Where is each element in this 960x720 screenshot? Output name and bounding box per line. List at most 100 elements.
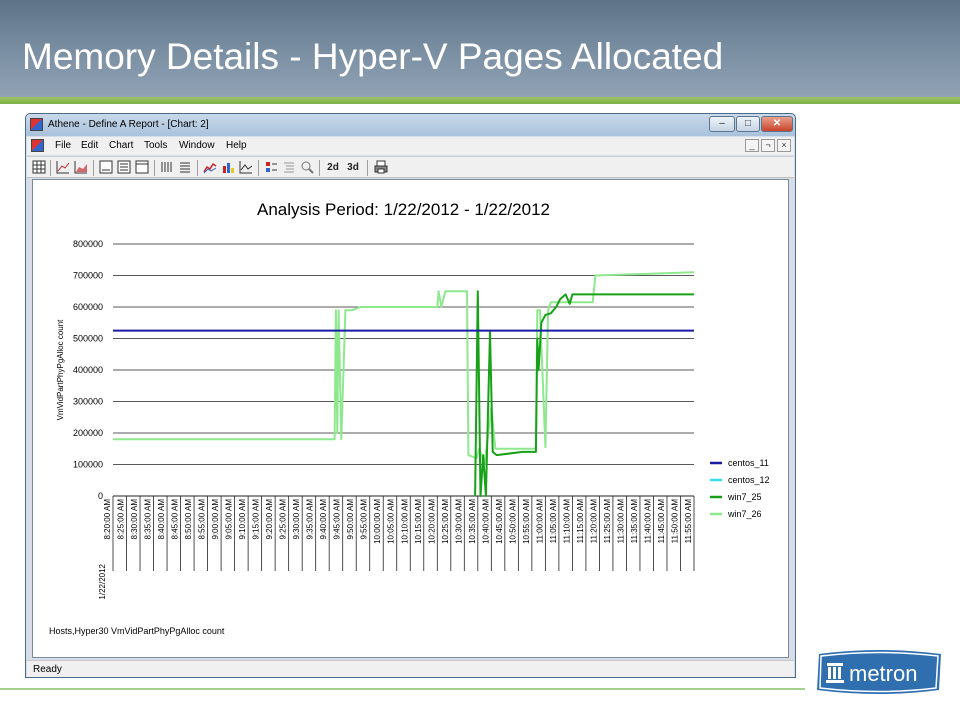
chart-panel: Analysis Period: 1/22/2012 - 1/22/2012 0 1… [32, 179, 789, 658]
legend-label-win7-25: win7_25 [727, 492, 762, 502]
layout-list-icon[interactable] [116, 160, 131, 175]
x-tick-label: 11:05:00 AM [549, 499, 558, 544]
menu-file[interactable]: File [55, 140, 71, 151]
menu-help[interactable]: Help [226, 140, 247, 151]
y-tick-label: 500000 [73, 334, 103, 344]
legend-label-centos-12: centos_12 [728, 475, 770, 485]
view-3d-button[interactable]: 3d [344, 160, 362, 175]
x-tick-label: 11:20:00 AM [589, 499, 598, 544]
x-tick-label: 9:30:00 AM [292, 499, 301, 540]
x-tick-label: 11:55:00 AM [684, 499, 693, 544]
y-tick-label: 200000 [73, 428, 103, 438]
x-tick-label: 9:35:00 AM [306, 499, 315, 540]
app-window: Athene - Define A Report - [Chart: 2] – … [25, 113, 796, 678]
area-chart-icon[interactable] [73, 160, 88, 175]
window-titlebar[interactable]: Athene - Define A Report - [Chart: 2] – … [26, 114, 795, 136]
layout-blank-icon[interactable] [134, 160, 149, 175]
line-chart: Analysis Period: 1/22/2012 - 1/22/201201… [49, 200, 770, 636]
window-close-button[interactable]: ✕ [761, 116, 793, 132]
slide-bottom-rule [0, 688, 805, 690]
x-tick-label: 11:30:00 AM [616, 499, 625, 544]
y-tick-label: 700000 [73, 271, 103, 281]
x-tick-label: 11:00:00 AM [535, 499, 544, 544]
print-icon[interactable] [373, 160, 388, 175]
y-tick-label: 400000 [73, 365, 103, 375]
x-tick-label: 11:45:00 AM [657, 499, 666, 544]
menu-window[interactable]: Window [179, 140, 215, 151]
x-tick-label: 9:50:00 AM [346, 499, 355, 540]
x-tick-label: 8:25:00 AM [117, 499, 126, 540]
y-tick-label: 300000 [73, 397, 103, 407]
legend-label-centos-11: centos_11 [728, 458, 769, 468]
vertical-lines-icon[interactable] [159, 160, 174, 175]
x-tick-label: 8:30:00 AM [130, 499, 139, 540]
trend-chart-icon[interactable] [202, 160, 217, 175]
grid-table-icon[interactable] [31, 160, 46, 175]
legend-icon[interactable] [263, 160, 278, 175]
status-bar: Ready [27, 660, 794, 677]
legend-label-win7-26: win7_26 [727, 509, 762, 519]
chart-footnote: Hosts,Hyper30 VmVidPartPhyPgAlloc count [49, 626, 225, 636]
x-tick-label: 11:10:00 AM [562, 499, 571, 544]
x-tick-label: 9:15:00 AM [252, 499, 261, 540]
x-tick-label: 10:25:00 AM [441, 499, 450, 544]
x-tick-label: 11:40:00 AM [643, 499, 652, 544]
document-icon[interactable] [31, 139, 44, 152]
logo-text: metron [849, 661, 917, 686]
x-tick-label: 10:40:00 AM [481, 499, 490, 544]
x-tick-label: 10:45:00 AM [495, 499, 504, 544]
layout-single-icon[interactable] [98, 160, 113, 175]
bar-chart-icon[interactable] [220, 160, 235, 175]
status-text: Ready [33, 664, 62, 675]
mdi-restore-button[interactable]: ¬ [761, 139, 775, 152]
x-tick-label: 9:40:00 AM [319, 499, 328, 540]
y-tick-label: 600000 [73, 302, 103, 312]
date-label: 1/22/2012 [98, 563, 107, 599]
outline-icon[interactable] [281, 160, 296, 175]
line-graph-icon[interactable] [238, 160, 253, 175]
x-tick-label: 8:40:00 AM [157, 499, 166, 540]
window-maximize-button[interactable]: □ [736, 116, 760, 132]
x-tick-label: 8:55:00 AM [198, 499, 207, 540]
y-axis-label: VmVidPartPhyPgAlloc count [56, 319, 65, 421]
menu-chart[interactable]: Chart [109, 140, 133, 151]
menu-tools[interactable]: Tools [144, 140, 167, 151]
x-tick-label: 10:15:00 AM [414, 499, 423, 544]
x-tick-label: 8:50:00 AM [184, 499, 193, 540]
x-tick-label: 10:35:00 AM [468, 499, 477, 544]
x-tick-label: 8:20:00 AM [103, 499, 112, 540]
y-tick-label: 100000 [73, 460, 103, 470]
horizontal-lines-icon[interactable] [177, 160, 192, 175]
x-tick-label: 9:00:00 AM [211, 499, 220, 540]
y-tick-label: 800000 [73, 239, 103, 249]
view-2d-button[interactable]: 2d [324, 160, 342, 175]
x-tick-label: 9:20:00 AM [265, 499, 274, 540]
x-tick-label: 10:10:00 AM [400, 499, 409, 544]
series-line-win7-25 [474, 290, 694, 497]
x-tick-label: 9:05:00 AM [225, 499, 234, 540]
slide-header-rule [0, 97, 960, 104]
chart-title: Analysis Period: 1/22/2012 - 1/22/2012 [257, 200, 550, 219]
x-tick-label: 11:15:00 AM [576, 499, 585, 544]
x-tick-label: 10:50:00 AM [508, 499, 517, 544]
series-line-win7-26 [113, 271, 695, 466]
line-chart-icon[interactable] [55, 160, 70, 175]
toolbar: 2d 3d [27, 156, 794, 178]
x-tick-label: 8:35:00 AM [144, 499, 153, 540]
x-tick-label: 10:00:00 AM [373, 499, 382, 544]
mdi-minimize-button[interactable]: _ [745, 139, 759, 152]
slide-title: Memory Details - Hyper-V Pages Allocated [22, 36, 724, 77]
window-minimize-button[interactable]: – [709, 116, 735, 132]
zoom-icon[interactable] [299, 160, 314, 175]
x-tick-label: 10:55:00 AM [522, 499, 531, 544]
mdi-close-button[interactable]: × [777, 139, 791, 152]
x-tick-label: 10:20:00 AM [427, 499, 436, 544]
menu-edit[interactable]: Edit [81, 140, 98, 151]
x-tick-label: 9:55:00 AM [360, 499, 369, 540]
x-tick-label: 11:25:00 AM [603, 499, 612, 544]
x-tick-label: 10:30:00 AM [454, 499, 463, 544]
window-title: Athene - Define A Report - [Chart: 2] [48, 119, 209, 130]
x-tick-label: 11:35:00 AM [630, 499, 639, 544]
x-tick-label: 9:10:00 AM [238, 499, 247, 540]
x-tick-label: 11:50:00 AM [670, 499, 679, 544]
